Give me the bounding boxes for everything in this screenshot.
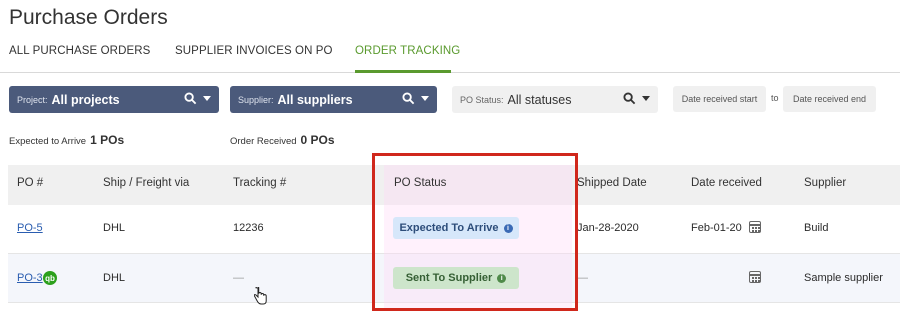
received-value: 0 POs — [300, 133, 335, 147]
hand-cursor-icon — [254, 287, 267, 305]
po-status-filter[interactable]: PO Status: All statuses — [452, 86, 658, 113]
po-status-filter-icons — [623, 92, 650, 105]
search-icon[interactable] — [402, 92, 415, 105]
calendar-icon[interactable] — [749, 221, 761, 233]
date-range-to-label: to — [771, 93, 779, 103]
expected-value: 1 POs — [90, 133, 125, 147]
supplier-cell: Build — [804, 222, 829, 234]
search-icon[interactable] — [184, 92, 197, 105]
column-header-shipped-date[interactable]: Shipped Date — [577, 177, 647, 189]
column-header-ship-via[interactable]: Ship / Freight via — [103, 177, 189, 189]
column-header-tracking[interactable]: Tracking # — [233, 177, 286, 189]
project-filter[interactable]: Project: All projects — [9, 86, 219, 113]
quickbooks-icon: qb — [43, 271, 57, 285]
date-received-cell: Feb-01-20 — [691, 222, 742, 234]
supplier-filter-icons — [402, 92, 429, 105]
expected-label: Expected to Arrive — [9, 136, 87, 147]
caret-down-icon[interactable] — [203, 96, 211, 101]
date-received-end-field[interactable]: Date received end — [783, 86, 876, 112]
po-number-link[interactable]: PO-3 — [17, 272, 43, 284]
project-filter-value: All projects — [51, 92, 120, 107]
date-received-start-field[interactable]: Date received start — [673, 86, 766, 112]
caret-down-icon[interactable] — [421, 96, 429, 101]
po-status-filter-label: PO Status: — [460, 94, 504, 105]
po-number-link[interactable]: PO-5 — [17, 222, 43, 234]
received-label: Order Received — [230, 136, 297, 147]
ship-via-cell: DHL — [103, 272, 126, 284]
tab-supplier-invoices[interactable]: SUPPLIER INVOICES ON PO — [175, 45, 333, 57]
highlight-annotation-box — [372, 153, 578, 311]
ship-via-cell: DHL — [103, 222, 126, 234]
supplier-filter-label: Supplier: — [238, 94, 274, 105]
project-filter-label: Project: — [17, 94, 48, 105]
supplier-filter[interactable]: Supplier: All suppliers — [230, 86, 437, 113]
tracking-cell: — — [233, 272, 244, 284]
shipped-date-cell: Jan-28-2020 — [577, 222, 639, 234]
page-title: Purchase Orders — [9, 6, 168, 29]
column-header-po-number[interactable]: PO # — [17, 177, 43, 189]
supplier-filter-value: All suppliers — [277, 92, 353, 107]
tab-order-tracking[interactable]: ORDER TRACKING — [355, 45, 460, 57]
calendar-icon[interactable] — [749, 271, 761, 283]
tab-all-purchase-orders[interactable]: ALL PURCHASE ORDERS — [9, 45, 150, 57]
active-tab-indicator — [355, 70, 451, 73]
order-received-count: Order Received 0 POs — [230, 133, 335, 147]
caret-down-icon[interactable] — [642, 96, 650, 101]
po-status-filter-value: All statuses — [507, 92, 572, 107]
tab-bar: ALL PURCHASE ORDERS SUPPLIER INVOICES ON… — [0, 40, 900, 73]
tracking-cell: 12236 — [233, 222, 264, 234]
column-header-supplier[interactable]: Supplier — [804, 177, 846, 189]
expected-to-arrive-count: Expected to Arrive 1 POs — [9, 133, 124, 147]
project-filter-icons — [184, 92, 211, 105]
search-icon[interactable] — [623, 92, 636, 105]
supplier-cell: Sample supplier — [804, 272, 883, 284]
column-header-date-received[interactable]: Date received — [691, 177, 762, 189]
shipped-date-cell: — — [577, 272, 588, 284]
